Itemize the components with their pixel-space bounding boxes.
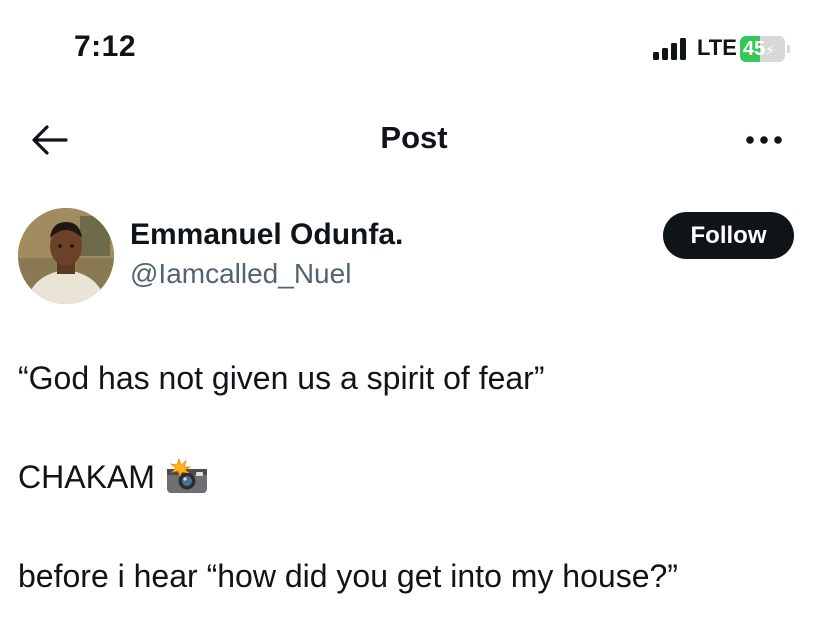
signal-icon xyxy=(653,38,689,60)
author-handle[interactable]: @Iamcalled_Nuel xyxy=(130,258,351,290)
battery-icon: 45⚡ xyxy=(740,36,790,62)
post-line-2: CHAKAM xyxy=(18,457,209,496)
avatar[interactable] xyxy=(18,208,114,304)
post-line-1: “God has not given us a spirit of fear” xyxy=(18,360,545,396)
post-line-3: before i hear “how did you get into my h… xyxy=(18,558,678,594)
follow-button[interactable]: Follow xyxy=(663,212,794,259)
network-label: LTE xyxy=(697,35,737,60)
status-time: 7:12 xyxy=(74,30,137,63)
author-name[interactable]: Emmanuel Odunfa. xyxy=(130,218,403,252)
avatar-image xyxy=(18,208,114,304)
battery-percent: 45 xyxy=(743,38,766,60)
more-button[interactable] xyxy=(740,126,788,154)
post-line-2-text: CHAKAM xyxy=(18,459,155,495)
camera-flash-icon xyxy=(165,457,209,494)
more-horizontal-icon xyxy=(746,136,782,144)
page-title: Post xyxy=(380,120,448,155)
